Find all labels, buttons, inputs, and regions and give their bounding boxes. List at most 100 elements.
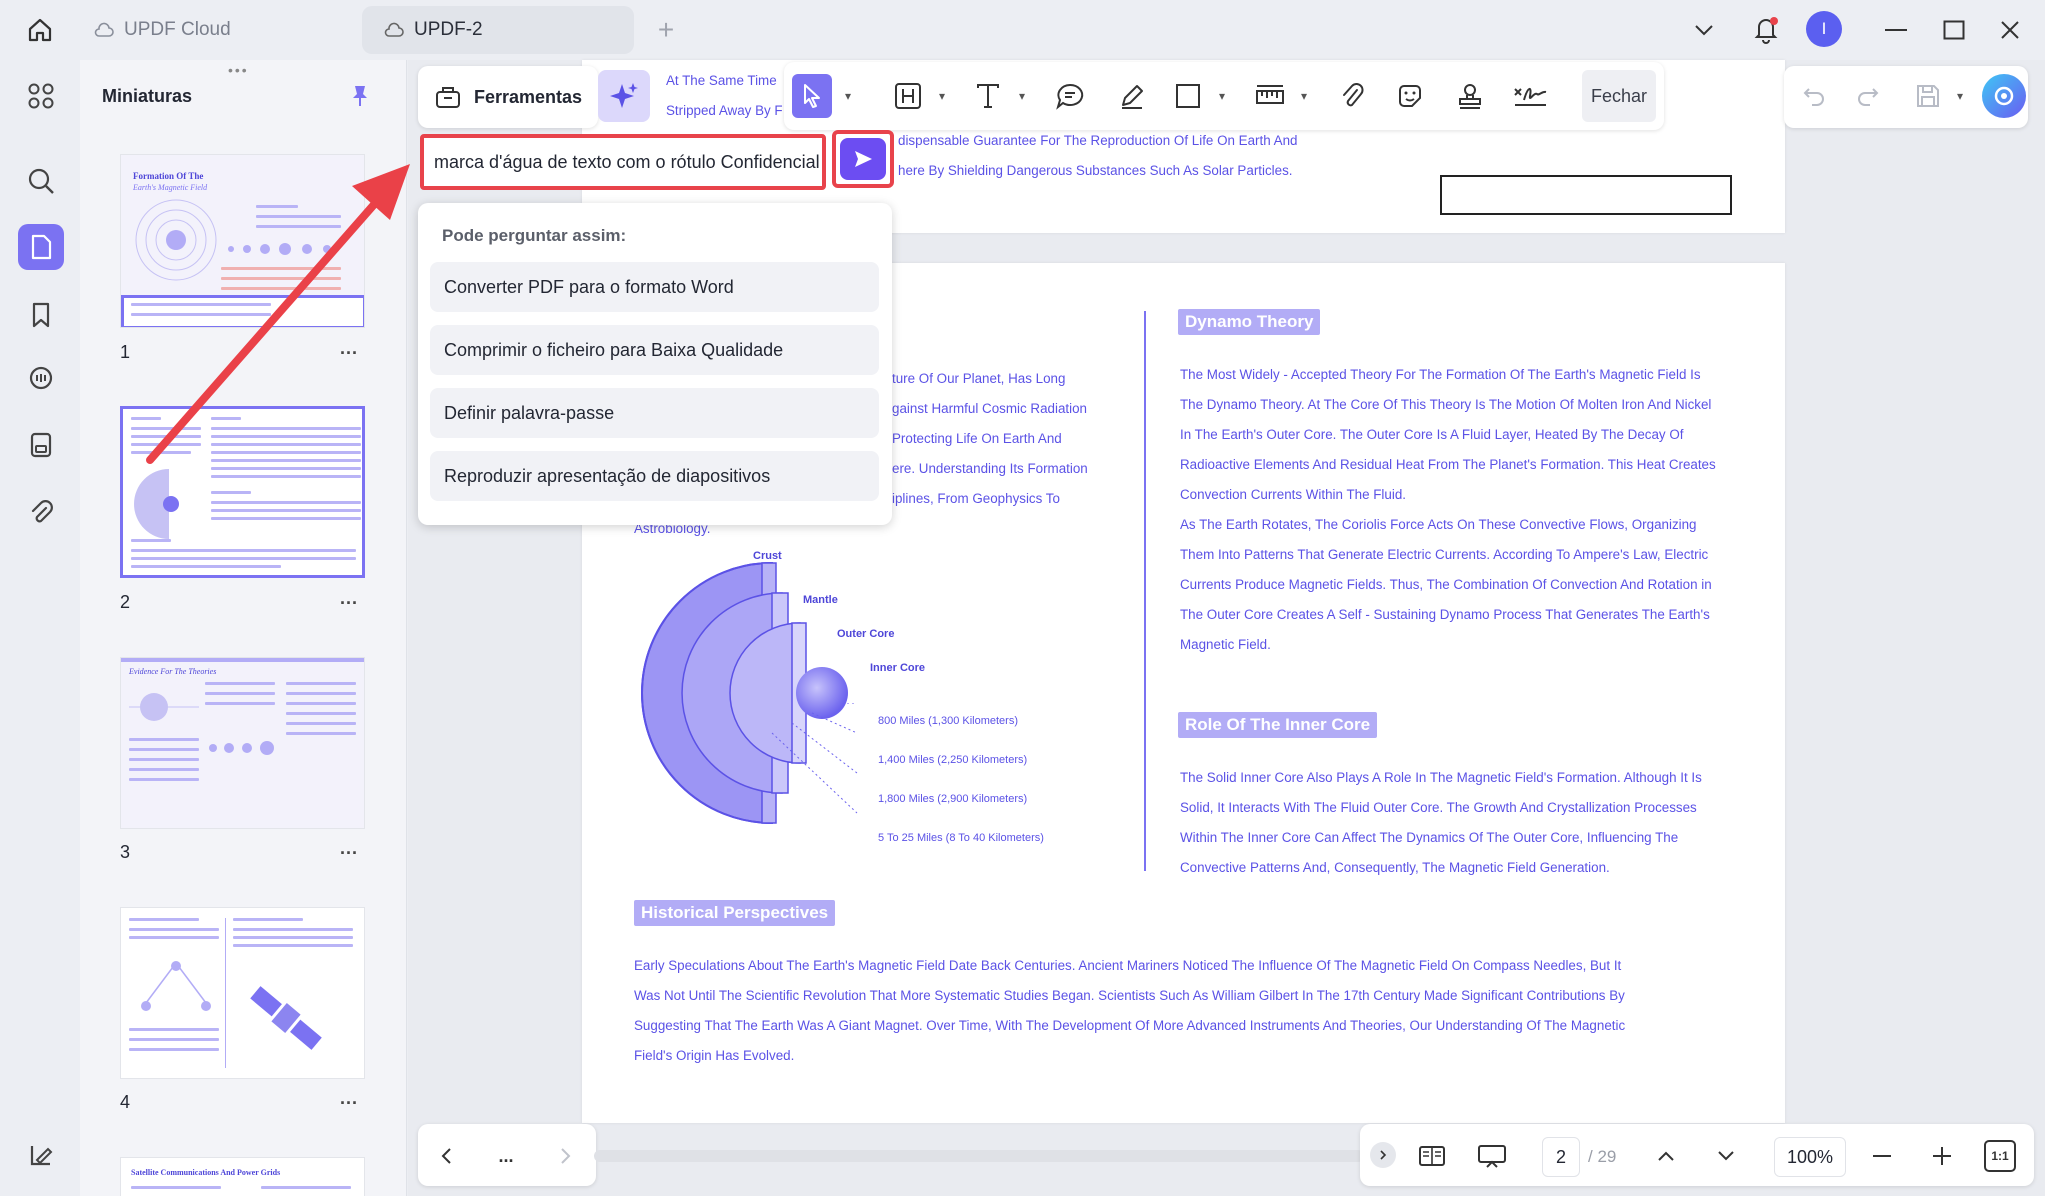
bookmark-icon[interactable] [18,292,64,338]
doc-text-line: Solid, It Interacts With The Fluid Outer… [1180,793,1702,823]
thumb-diagram [131,958,221,1018]
suggestion-item[interactable]: Comprimir o ficheiro para Baixa Qualidad… [430,325,879,375]
inner-core-text: The Solid Inner Core Also Plays A Role I… [1180,763,1702,883]
chevron-down-icon [1717,1150,1735,1162]
thumbnail-page-3[interactable]: Evidence For The Theories [120,657,365,829]
doc-text-line: The Dynamo Theory. At The Core Of This T… [1180,390,1716,420]
new-tab-plus-icon[interactable]: + [650,14,682,46]
thumbnail-page-5[interactable]: Satellite Communications And Power Grids [120,1157,365,1196]
tools-button[interactable]: Ferramentas [418,66,598,128]
shape-tool-button[interactable] [1168,76,1208,116]
grid-view-icon[interactable] [18,73,64,119]
undo-icon [1802,85,1826,107]
panel-drag-handle[interactable]: ••• [228,62,249,78]
redo-icon [1856,85,1880,107]
minus-icon [1873,1154,1891,1158]
tab-updf-cloud[interactable]: UPDF Cloud [72,6,352,54]
doc-text-line: Currents Produce Magnetic Fields. Thus, … [1180,570,1716,600]
thumb-earth-diagram [129,464,209,544]
ai-logo-icon [1991,83,2017,109]
plus-icon [1933,1147,1951,1165]
chevron-down-icon[interactable]: ▾ [1212,76,1232,116]
doc-text-line: The Solid Inner Core Also Plays A Role I… [1180,763,1702,793]
ai-prompt-input[interactable]: marca d'água de texto com o rótulo Confi… [420,134,826,190]
presentation-button[interactable] [1472,1136,1512,1176]
thumbnails-icon[interactable] [18,224,64,270]
save-button[interactable] [1910,76,1946,116]
book-view-icon [1418,1144,1446,1168]
highlight-tool-button[interactable] [888,76,928,116]
chevron-down-icon[interactable] [1688,14,1720,46]
thumbnail-more-button[interactable]: ... [340,1088,358,1109]
signature-tool-button[interactable] [1508,76,1552,116]
ai-logo-button[interactable] [1982,74,2026,118]
doc-text-line: Was Not Until The Scientific Revolution … [634,981,1625,1011]
pin-icon[interactable] [346,82,374,110]
signature-icon [1512,82,1548,110]
nav-more-button[interactable]: ... [488,1136,524,1176]
diagram-leader-lines [732,703,972,923]
chevron-down-icon[interactable]: ▾ [838,76,858,116]
notification-bell-icon[interactable] [1748,10,1784,48]
chevron-down-icon[interactable]: ▾ [1012,76,1032,116]
sticker-tool-button[interactable] [1390,76,1430,116]
chevron-down-icon[interactable]: ▾ [1950,76,1970,116]
next-button[interactable] [550,1136,582,1176]
undo-button[interactable] [1796,76,1832,116]
heading-icon [894,82,922,110]
comments-icon[interactable] [18,356,64,402]
comment-tool-button[interactable] [1050,76,1090,116]
column-divider [1144,311,1146,871]
suggestion-item[interactable]: Converter PDF para o formato Word [430,262,879,312]
page-down-button[interactable] [1710,1136,1742,1176]
tab-label: UPDF Cloud [124,19,231,41]
ai-assistant-button[interactable] [598,70,650,122]
send-button[interactable] [840,138,886,180]
thumbnail-page-4[interactable] [120,907,365,1079]
search-icon[interactable] [18,158,64,204]
stamp-tool-button[interactable] [1450,76,1490,116]
ruler-icon [1255,82,1285,110]
suggestion-item[interactable]: Reproduzir apresentação de diapositivos [430,451,879,501]
expand-button[interactable] [1370,1142,1396,1168]
thumb-heading: Satellite Communications And Power Grids [131,1168,280,1177]
tab-updf-2[interactable]: UPDF-2 [362,6,634,54]
measure-tool-button[interactable] [1250,76,1290,116]
horizontal-scrollbar[interactable] [594,1150,1364,1162]
thumbnail-more-button[interactable]: ... [340,838,358,859]
maximize-icon[interactable] [1938,14,1970,46]
attachments-page-icon[interactable] [18,422,64,468]
doc-text-line: Suggesting That The Earth Was A Giant Ma… [634,1011,1625,1041]
current-page-input[interactable]: 2 [1542,1137,1580,1177]
home-icon[interactable] [22,12,58,48]
zoom-level[interactable]: 100% [1774,1137,1846,1177]
layers-icon[interactable] [18,1132,64,1178]
doc-text-line: gainst Harmful Cosmic Radiation [892,394,1087,424]
redo-button[interactable] [1850,76,1886,116]
select-tool-button[interactable] [792,74,832,118]
paperclip-icon[interactable] [18,490,64,536]
chevron-down-icon[interactable]: ▾ [932,76,952,116]
form-field-box[interactable] [1440,175,1732,215]
pen-tool-button[interactable] [1112,76,1152,116]
page-up-button[interactable] [1650,1136,1682,1176]
doc-text-line: Convection Currents Within The Fluid. [1180,480,1716,510]
close-toolbar-button[interactable]: Fechar [1582,70,1656,122]
doc-text-line: In The Earth's Outer Core. The Outer Cor… [1180,420,1716,450]
actual-size-button[interactable]: 1:1 [1984,1140,2016,1172]
prev-button[interactable] [430,1136,462,1176]
suggestion-item[interactable]: Definir palavra-passe [430,388,879,438]
current-page-value: 2 [1556,1147,1566,1168]
attach-tool-button[interactable] [1332,76,1372,116]
page-layout-button[interactable] [1414,1136,1450,1176]
thumbnail-page-number: 3 [120,842,130,863]
avatar[interactable]: I [1806,11,1842,47]
zoom-in-button[interactable] [1926,1136,1958,1176]
minimize-icon[interactable] [1880,14,1912,46]
zoom-out-button[interactable] [1866,1136,1898,1176]
close-icon[interactable] [1994,14,2026,46]
thumbnail-more-button[interactable]: ... [340,588,358,609]
text-tool-button[interactable] [968,76,1008,116]
satellite-icon [241,978,331,1058]
chevron-down-icon[interactable]: ▾ [1294,76,1314,116]
